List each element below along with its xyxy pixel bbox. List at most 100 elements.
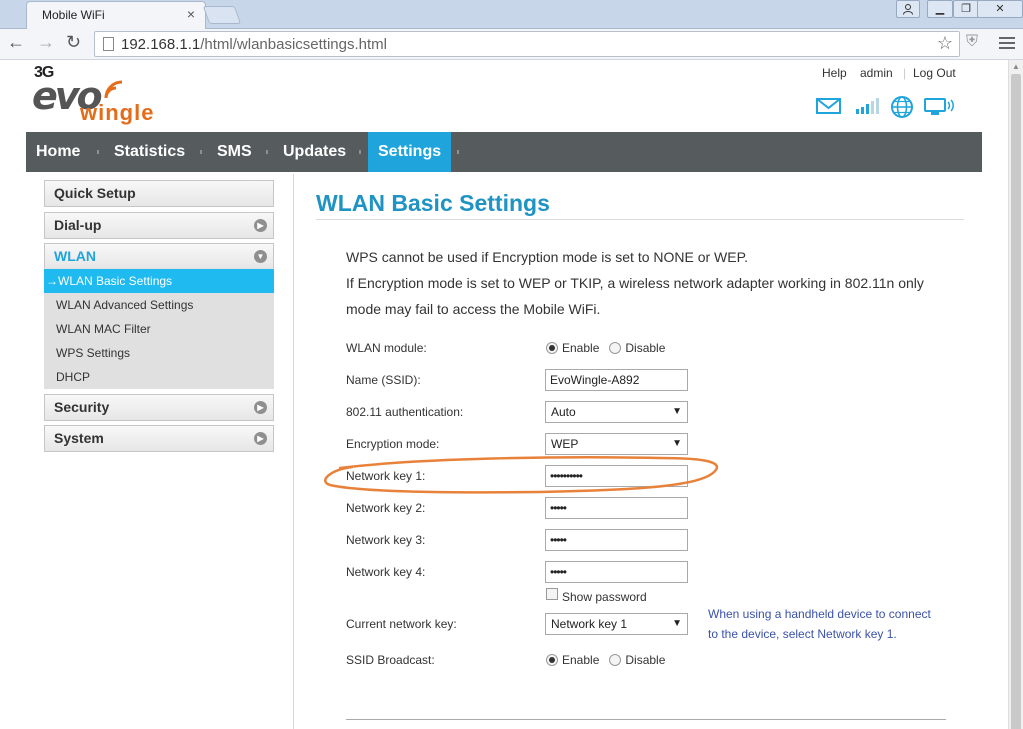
brand-logo: 3G evo wingle — [32, 64, 167, 128]
close-window-button[interactable]: ✕ — [977, 0, 1023, 18]
chevron-right-icon: ▶ — [254, 432, 267, 445]
menu-icon[interactable] — [999, 34, 1015, 52]
content-divider — [293, 174, 294, 729]
radio-label: Enable — [562, 653, 600, 667]
authentication-value: Auto — [551, 405, 576, 419]
encryption-mode-label: Encryption mode: — [346, 437, 440, 451]
page-icon — [103, 37, 114, 51]
ssid-label: Name (SSID): — [346, 373, 421, 387]
sidebar-item-label: Security — [54, 399, 110, 415]
ssid-input[interactable]: EvoWingle-A892 — [545, 369, 688, 391]
sidebar-item-security[interactable]: Security ▶ — [44, 394, 274, 421]
network-key-4-label: Network key 4: — [346, 565, 426, 579]
logout-link[interactable]: Log Out — [913, 66, 956, 80]
nav-divider — [97, 150, 99, 154]
show-password-checkbox[interactable] — [546, 588, 558, 600]
authentication-select[interactable]: Auto ▼ — [545, 401, 688, 423]
wlan-submenu: →WLAN Basic Settings WLAN Advanced Setti… — [44, 268, 274, 389]
signal-strength-icon — [856, 98, 879, 114]
sidebar-item-wlan-advanced-settings[interactable]: WLAN Advanced Settings — [44, 293, 274, 317]
mail-icon[interactable] — [816, 96, 842, 116]
wlan-module-disable-radio[interactable] — [609, 342, 622, 354]
nav-divider — [266, 150, 268, 154]
bottom-divider — [346, 719, 946, 720]
network-key-2-input[interactable]: ••••• — [545, 497, 688, 519]
dropdown-arrow-icon: ▼ — [672, 438, 682, 449]
current-network-key-label: Current network key: — [346, 617, 457, 631]
page-scrollbar[interactable]: ▲ — [1008, 60, 1023, 729]
sidebar-item-wlan-basic-settings[interactable]: →WLAN Basic Settings — [44, 269, 274, 293]
nav-updates[interactable]: Updates — [273, 132, 356, 172]
network-key-4-input[interactable]: ••••• — [545, 561, 688, 583]
nav-settings[interactable]: Settings — [368, 132, 451, 172]
chevron-right-icon: ▶ — [254, 401, 267, 414]
sidebar-item-dialup[interactable]: Dial-up ▶ — [44, 212, 274, 239]
current-network-key-select[interactable]: Network key 1 ▼ — [545, 613, 688, 635]
sidebar-item-dhcp[interactable]: DHCP — [44, 365, 274, 389]
back-arrow-icon[interactable]: ← — [7, 32, 25, 53]
browser-tab-bar: Mobile WiFi × ▁ ❐ ✕ — [0, 0, 1023, 29]
ssid-broadcast-radio-group: Enable Disable — [546, 653, 675, 667]
nav-home[interactable]: Home — [26, 132, 90, 172]
forward-arrow-icon[interactable]: → — [37, 32, 55, 53]
current-network-key-value: Network key 1 — [551, 617, 628, 631]
address-bar[interactable]: 192.168.1.1/html/wlanbasicsettings.html … — [94, 31, 960, 57]
network-key-3-input[interactable]: ••••• — [545, 529, 688, 551]
radio-label: Disable — [625, 653, 666, 667]
nav-divider — [200, 150, 202, 154]
browser-tab[interactable]: Mobile WiFi × — [26, 1, 206, 29]
bookmark-star-icon[interactable]: ☆ — [937, 33, 953, 54]
ssid-broadcast-label: SSID Broadcast: — [346, 653, 435, 667]
page-title: WLAN Basic Settings — [316, 190, 550, 216]
wireless-waves-icon — [104, 80, 123, 99]
shield-icon[interactable]: ⛨ — [966, 33, 978, 51]
radio-label: Enable — [562, 341, 600, 355]
wifi-device-icon — [924, 98, 954, 115]
dropdown-arrow-icon: ▼ — [672, 406, 682, 417]
info-note: mode may fail to access the Mobile WiFi. — [346, 301, 601, 317]
sidebar-item-quick-setup[interactable]: Quick Setup — [44, 180, 274, 207]
sidebar-item-label: Dial-up — [54, 217, 102, 233]
main-navigation: Home Statistics SMS Updates Settings — [26, 132, 982, 172]
current-key-hint: When using a handheld device to connect — [708, 607, 931, 621]
nav-statistics[interactable]: Statistics — [104, 132, 195, 172]
logo-wingle-text: wingle — [80, 100, 155, 125]
dropdown-arrow-icon: ▼ — [672, 618, 682, 629]
title-divider — [316, 219, 964, 220]
sidebar-item-label: WLAN — [54, 248, 96, 264]
show-password-label: Show password — [562, 590, 647, 604]
user-profile-icon[interactable] — [896, 0, 920, 18]
current-key-hint: to the device, select Network key 1. — [708, 627, 897, 641]
sidebar-item-wps-settings[interactable]: WPS Settings — [44, 341, 274, 365]
sidebar-item-system[interactable]: System ▶ — [44, 425, 274, 452]
link-separator: | — [903, 66, 907, 80]
internet-globe-icon — [891, 96, 913, 118]
network-key-2-label: Network key 2: — [346, 501, 426, 515]
wlan-module-enable-radio[interactable] — [546, 342, 558, 354]
tab-close-icon[interactable]: × — [187, 6, 195, 22]
url-text: 192.168.1.1/html/wlanbasicsettings.html — [121, 36, 387, 53]
scrollbar-thumb[interactable] — [1011, 74, 1021, 729]
ssid-broadcast-enable-radio[interactable] — [546, 654, 558, 666]
help-link[interactable]: Help — [822, 66, 847, 80]
network-key-1-input[interactable]: •••••••••• — [545, 465, 688, 487]
radio-label: Disable — [625, 341, 666, 355]
sidebar-item-label: System — [54, 430, 104, 446]
username-label: admin — [860, 66, 893, 80]
minimize-button[interactable]: ▁ — [927, 0, 953, 18]
sidebar-item-wlan[interactable]: WLAN ▼ — [44, 243, 274, 270]
authentication-label: 802.11 authentication: — [346, 405, 464, 419]
network-key-3-label: Network key 3: — [346, 533, 426, 547]
wlan-module-radio-group: Enable Disable — [546, 341, 675, 355]
nav-sms[interactable]: SMS — [207, 132, 262, 172]
encryption-mode-select[interactable]: WEP ▼ — [545, 433, 688, 455]
sidebar-item-wlan-mac-filter[interactable]: WLAN MAC Filter — [44, 317, 274, 341]
info-note: If Encryption mode is set to WEP or TKIP… — [346, 275, 924, 291]
nav-divider — [359, 150, 361, 154]
new-tab-button[interactable] — [202, 6, 242, 24]
reload-icon[interactable]: ↻ — [66, 32, 81, 53]
scroll-up-icon[interactable]: ▲ — [1012, 62, 1020, 71]
ssid-broadcast-disable-radio[interactable] — [609, 654, 622, 666]
browser-toolbar: ← → ↻ 192.168.1.1/html/wlanbasicsettings… — [0, 29, 1023, 60]
maximize-button[interactable]: ❐ — [953, 0, 979, 18]
